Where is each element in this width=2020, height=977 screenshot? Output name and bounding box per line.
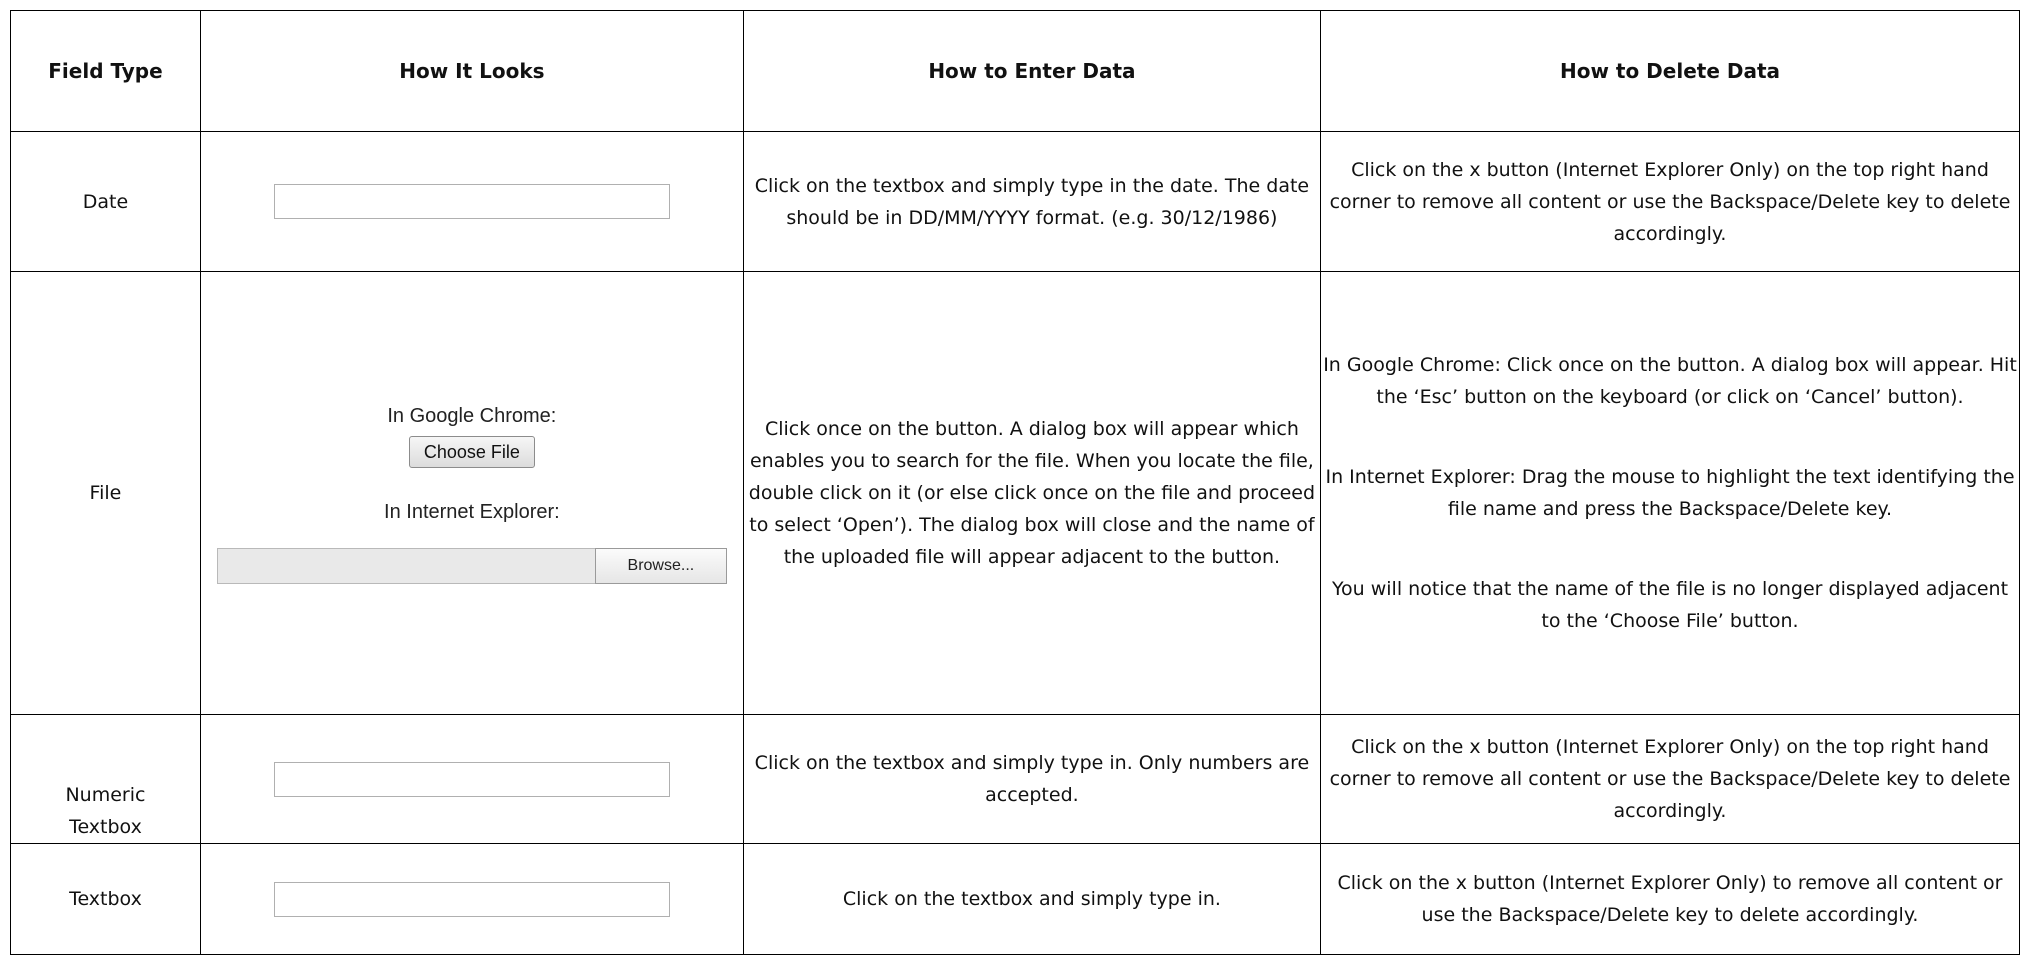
field-type-cell: Textbox <box>10 843 201 955</box>
ie-label: In Internet Explorer: <box>384 501 560 523</box>
enter-instructions: Click once on the button. A dialog box w… <box>742 271 1321 715</box>
date-textbox-sample[interactable] <box>273 184 670 219</box>
browse-button[interactable]: Browse... <box>594 548 727 584</box>
header-field-type: Field Type <box>10 10 201 132</box>
table-row-date: Date Click on the textbox and simply typ… <box>10 131 2020 272</box>
chrome-label: In Google Chrome: <box>387 405 557 427</box>
field-type-cell: Date <box>10 131 201 272</box>
delete-instructions: Click on the x button (Internet Explorer… <box>1319 714 2020 844</box>
enter-instructions: Click on the textbox and simply type in. <box>742 843 1321 955</box>
enter-instructions: Click on the textbox and simply type in.… <box>742 714 1321 844</box>
table-row-textbox: Textbox Click on the textbox and simply … <box>10 843 2020 955</box>
delete-ie-text: In Internet Explorer: Drag the mouse to … <box>1325 466 2015 520</box>
enter-instructions: Click on the textbox and simply type in … <box>742 131 1321 272</box>
header-how-to-delete: How to Delete Data <box>1319 10 2020 132</box>
ie-file-input[interactable]: Browse... <box>216 548 727 584</box>
table-row-file: File In Google Chrome: Choose File In In… <box>10 271 2020 715</box>
delete-instructions: In Google Chrome: Click once on the butt… <box>1319 271 2020 715</box>
delete-instructions: Click on the x button (Internet Explorer… <box>1319 843 2020 955</box>
ie-file-path-field[interactable] <box>216 548 595 584</box>
table-row-numeric-textbox: Numeric Textbox Click on the textbox and… <box>10 714 2020 844</box>
textbox-sample[interactable] <box>273 881 670 917</box>
field-type-cell: Numeric Textbox <box>10 714 201 844</box>
field-guide-table: Field Type How It Looks How to Enter Dat… <box>10 10 2020 955</box>
preview-cell: In Google Chrome: Choose File In Interne… <box>199 271 744 715</box>
numeric-textbox-sample[interactable] <box>273 761 670 797</box>
preview-cell <box>199 843 744 955</box>
preview-cell <box>199 714 744 844</box>
delete-chrome-text: In Google Chrome: Click once on the butt… <box>1323 354 2017 408</box>
delete-instructions: Click on the x button (Internet Explorer… <box>1319 131 2020 272</box>
header-how-to-enter: How to Enter Data <box>742 10 1321 132</box>
choose-file-button[interactable]: Choose File <box>408 436 535 468</box>
header-how-it-looks: How It Looks <box>199 10 744 132</box>
field-type-cell: File <box>10 271 201 715</box>
delete-note-text: You will notice that the name of the fil… <box>1331 578 2009 632</box>
preview-cell <box>199 131 744 272</box>
header-row: Field Type How It Looks How to Enter Dat… <box>10 10 2020 132</box>
